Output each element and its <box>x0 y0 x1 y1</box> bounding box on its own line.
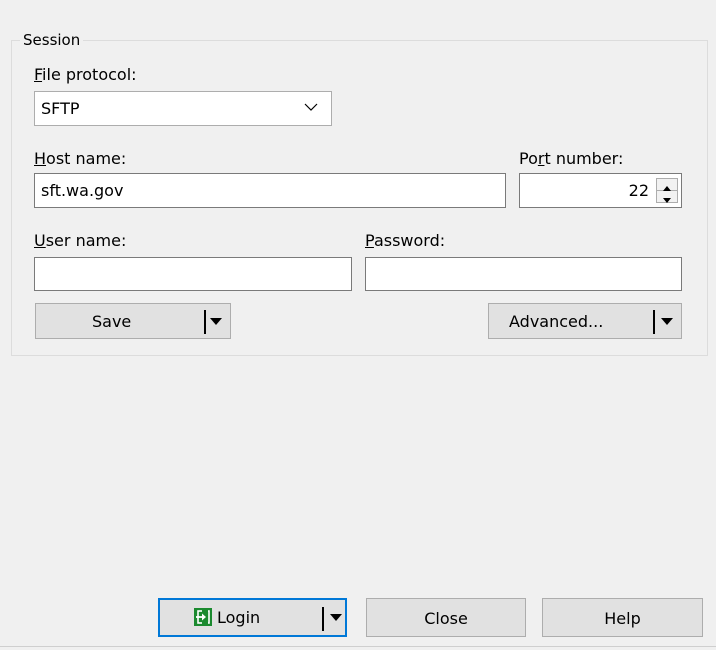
password-input[interactable] <box>365 257 682 291</box>
host-name-input[interactable] <box>34 173 506 208</box>
password-label-mnemonic: P <box>365 231 374 250</box>
spinner-down-button[interactable] <box>657 191 677 203</box>
login-icon <box>194 608 212 626</box>
advanced-button[interactable]: Advanced... <box>488 303 682 339</box>
user-name-label-rest: ser name: <box>45 231 127 250</box>
spinner-up-button[interactable] <box>657 179 677 191</box>
login-split-separator <box>322 607 324 631</box>
password-label: Password: <box>365 231 445 250</box>
close-button[interactable]: Close <box>366 598 526 637</box>
close-button-label: Close <box>424 609 468 628</box>
caret-down-icon <box>663 198 671 203</box>
help-button[interactable]: Help <box>542 598 703 637</box>
help-button-label: Help <box>604 609 641 628</box>
host-name-label: Host name: <box>34 149 126 168</box>
user-name-label-mnemonic: U <box>34 231 46 250</box>
user-name-label: User name: <box>34 231 126 250</box>
user-name-input[interactable] <box>34 257 352 291</box>
port-number-spinner[interactable]: 22 <box>519 173 682 208</box>
port-number-label-pre: Po <box>519 149 538 168</box>
file-protocol-label: File protocol: <box>34 65 137 84</box>
login-button[interactable]: Login <box>158 598 347 637</box>
save-split-separator <box>204 310 206 334</box>
save-button[interactable]: Save <box>35 303 231 339</box>
file-protocol-label-rest: ile protocol: <box>42 65 137 84</box>
spinner-arrows-icon <box>656 178 678 203</box>
window-bottom-edge <box>0 646 716 647</box>
port-number-value: 22 <box>628 181 649 200</box>
session-group-title: Session <box>20 31 84 49</box>
save-button-label: Save <box>92 312 132 331</box>
host-name-label-mnemonic: H <box>34 149 47 168</box>
file-protocol-dropdown[interactable]: SFTP <box>34 91 332 126</box>
caret-down-icon[interactable] <box>328 610 344 626</box>
advanced-split-separator <box>653 310 655 334</box>
file-protocol-label-mnemonic: F <box>34 65 43 84</box>
password-label-rest: assword: <box>373 231 446 250</box>
advanced-button-label: Advanced... <box>509 312 604 331</box>
caret-down-icon[interactable] <box>208 314 224 330</box>
port-number-label-rest: t number: <box>544 149 624 168</box>
login-button-label: Login <box>217 608 261 627</box>
chevron-down-icon <box>304 103 318 111</box>
host-name-label-rest: ost name: <box>46 149 127 168</box>
caret-down-icon[interactable] <box>659 314 675 330</box>
port-number-label: Port number: <box>519 149 623 168</box>
file-protocol-value: SFTP <box>41 99 80 118</box>
